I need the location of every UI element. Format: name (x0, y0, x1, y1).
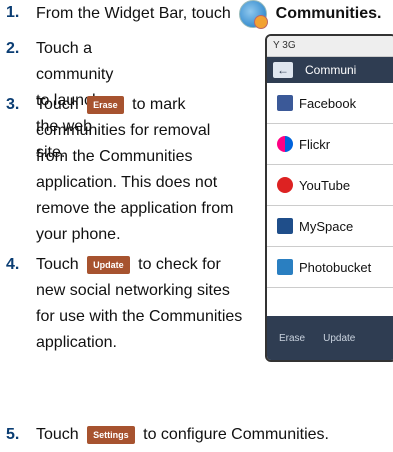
step-text-part: Touch (36, 256, 79, 273)
flickr-icon (277, 136, 293, 152)
step-line: remove the application from (36, 200, 234, 217)
update-button[interactable]: Update (87, 255, 130, 274)
step-text: Touch Update to check for new social net… (36, 252, 276, 356)
step-line: application. This does not (36, 174, 218, 191)
youtube-icon (277, 177, 293, 193)
update-softkey[interactable]: Update (323, 333, 355, 344)
step-text-part: to check for (138, 256, 221, 273)
step-line: Touch Update to check for (36, 252, 276, 278)
step-text-part: Touch (36, 426, 79, 443)
step-text-part: From the Widget Bar, touch (36, 5, 231, 23)
title-bar: ← Communi (267, 57, 393, 83)
step-text: Touch Erase to mark communities for remo… (36, 92, 276, 248)
step-number: 2. (6, 40, 20, 57)
step-text: From the Widget Bar, touch Communities. (36, 0, 382, 29)
step-line: for use with the Communities (36, 308, 243, 325)
community-item-photobucket[interactable]: Photobucket (267, 247, 393, 288)
erase-softkey[interactable]: Erase (279, 333, 305, 344)
community-item-youtube[interactable]: YouTube (267, 165, 393, 206)
step-line: from the Communities (36, 148, 193, 165)
settings-button[interactable]: Settings (87, 425, 135, 444)
photobucket-icon (277, 259, 293, 275)
community-item-facebook[interactable]: Facebook (267, 83, 393, 124)
status-bar: Y 3G (267, 36, 393, 57)
community-label: Photobucket (299, 259, 372, 275)
phone-screenshot: Y 3G ← Communi Facebook Flickr YouTube M… (265, 34, 393, 362)
step-line: new social networking sites (36, 282, 230, 299)
step-line: Touch Erase to mark (36, 92, 276, 118)
step-text-part: to mark (132, 96, 186, 113)
community-label: MySpace (299, 218, 354, 234)
step-text-part: Touch (36, 96, 79, 113)
step-number: 4. (6, 256, 20, 273)
erase-button[interactable]: Erase (87, 95, 124, 114)
step-line: application. (36, 334, 117, 351)
community-item-myspace[interactable]: MySpace (267, 206, 393, 247)
facebook-icon (277, 95, 293, 111)
step-text-bold: Communities. (275, 5, 382, 23)
app-title: Communi (305, 63, 357, 77)
back-arrow-icon[interactable]: ← (273, 62, 293, 78)
community-label: Facebook (299, 95, 357, 111)
step-line: communities for removal (36, 122, 211, 139)
step-number: 3. (6, 96, 20, 113)
step-line: your phone. (36, 226, 121, 243)
step-text-part: to configure Communities. (143, 426, 329, 443)
community-label: YouTube (299, 177, 351, 193)
step-text: Touch Settings to configure Communities. (36, 422, 329, 448)
bottom-bar: Erase Update (267, 316, 393, 360)
community-item-flickr[interactable]: Flickr (267, 124, 393, 165)
community-label: Flickr (299, 136, 331, 152)
myspace-icon (277, 218, 293, 234)
step-number: 5. (6, 426, 20, 443)
communities-icon (239, 0, 269, 29)
step-number: 1. (6, 4, 20, 21)
